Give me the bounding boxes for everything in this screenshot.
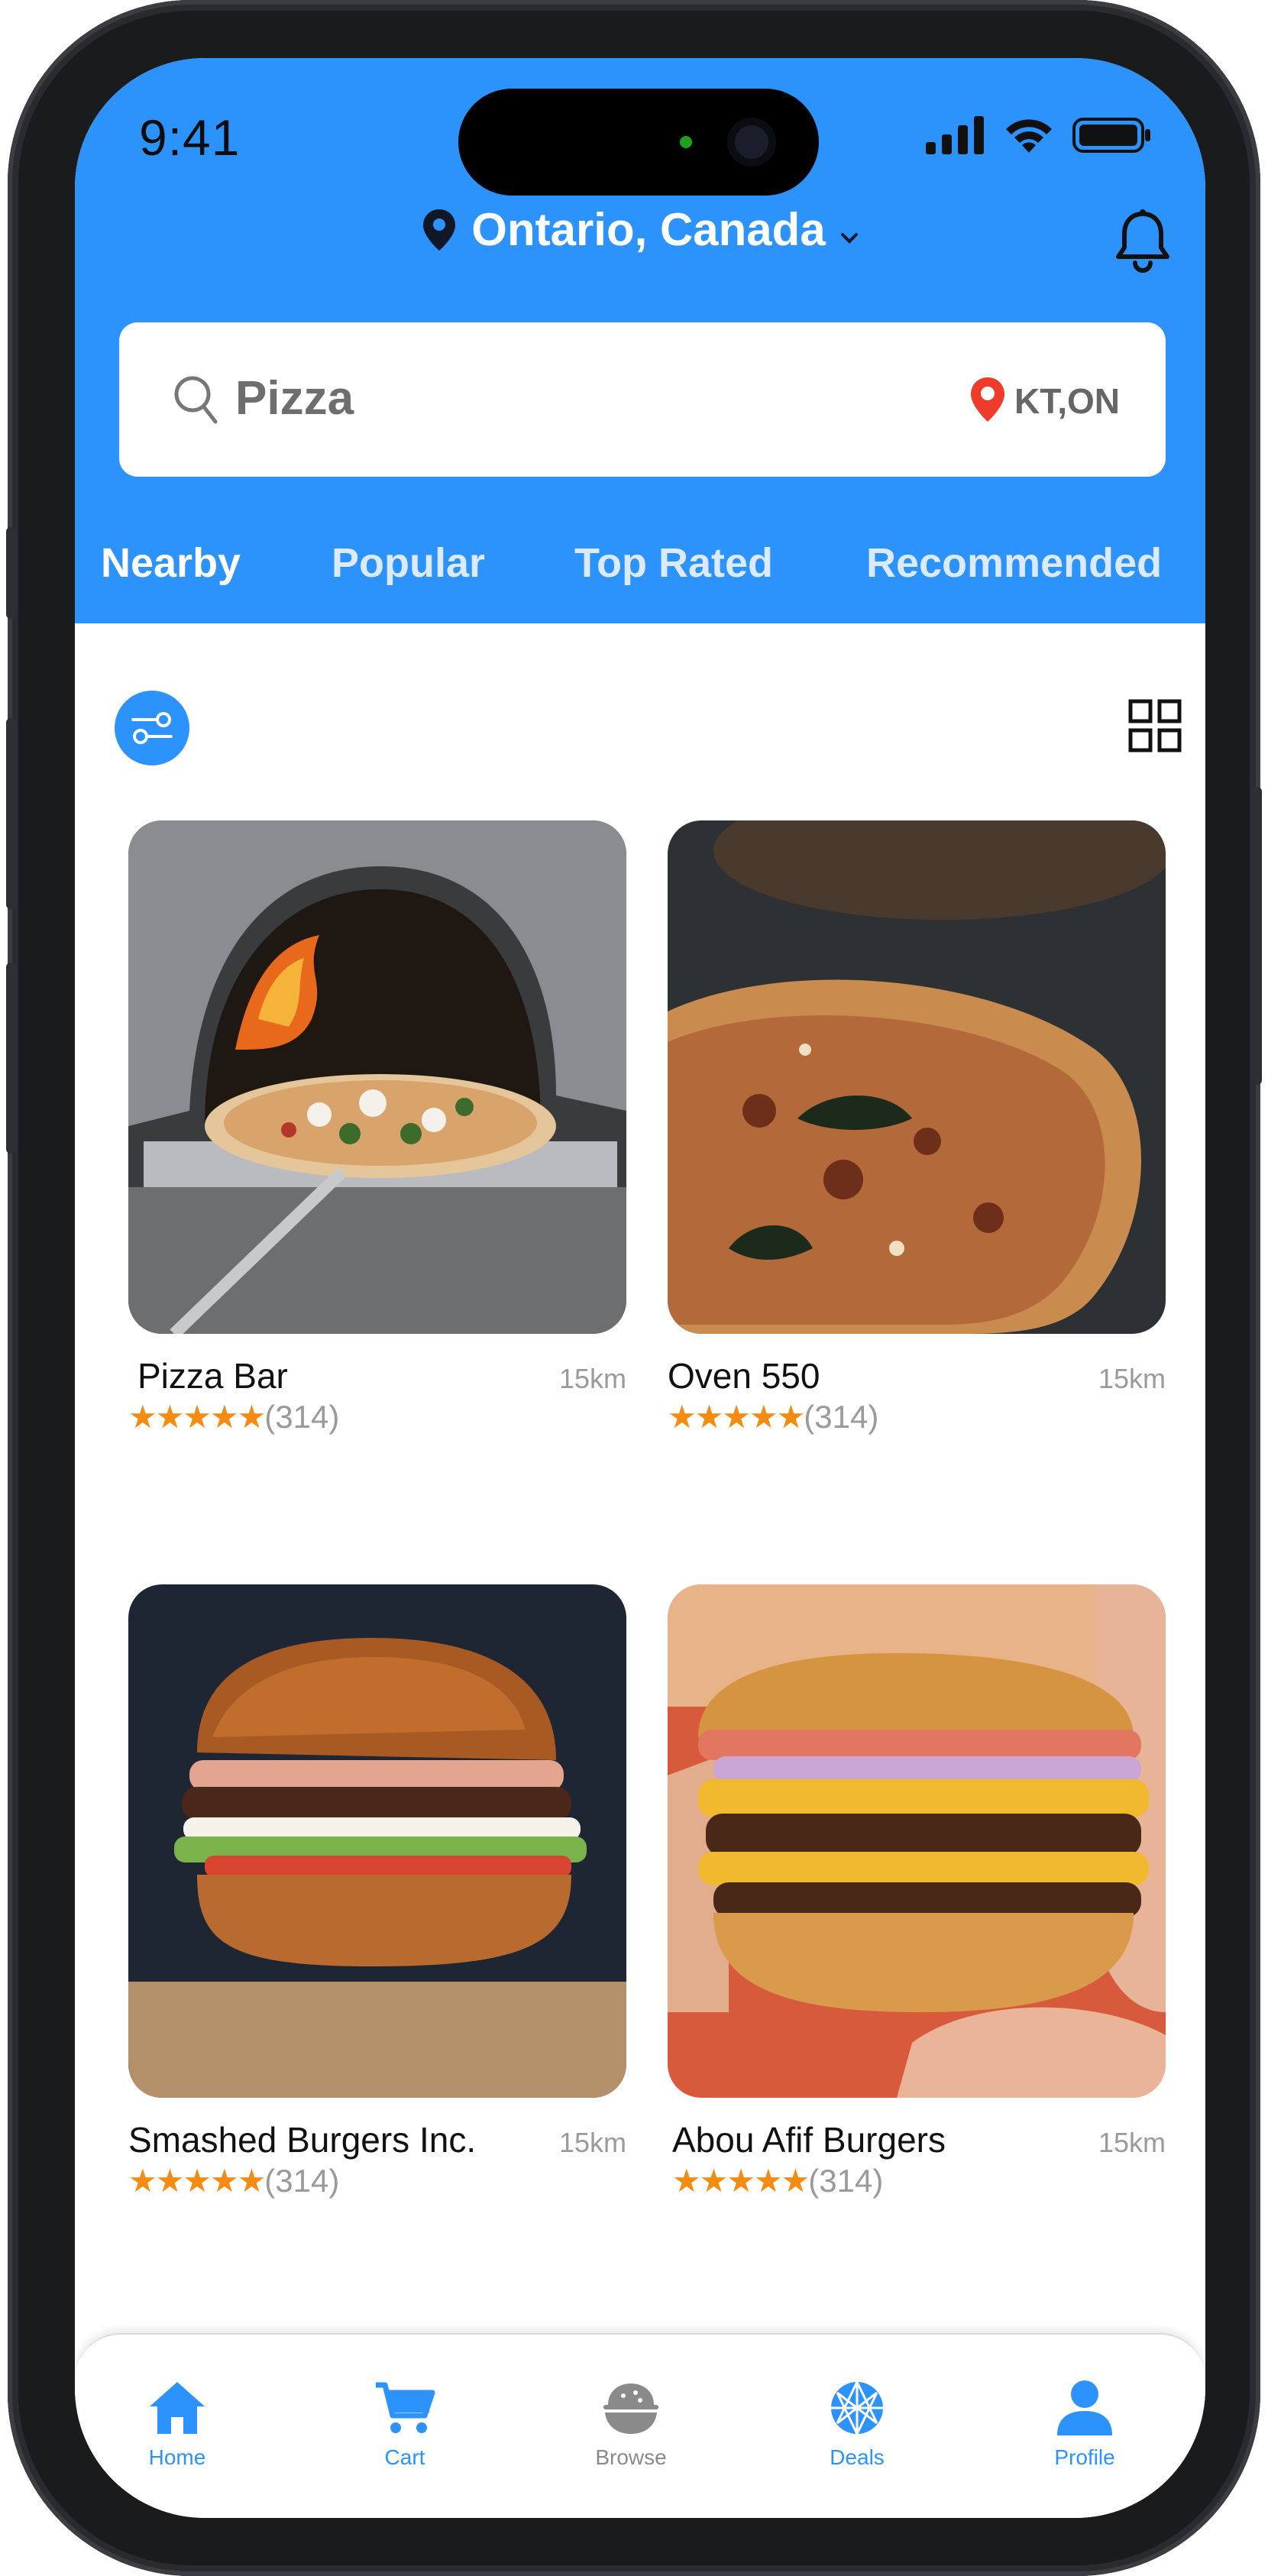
- restaurant-rating: ★★★★★(314): [128, 2162, 339, 2199]
- star-rating-icon: ★★★★★: [672, 2163, 810, 2199]
- search-icon: [174, 376, 218, 424]
- restaurant-rating: ★★★★★(314): [672, 2162, 883, 2199]
- mute-switch: [6, 527, 17, 619]
- nav-profile-label: Profile: [1054, 2445, 1115, 2469]
- map-pin-icon: [971, 377, 1004, 422]
- review-count: (314): [808, 2163, 884, 2199]
- grid-view-button[interactable]: [1127, 698, 1182, 757]
- review-count: (314): [804, 1399, 879, 1435]
- nav-profile[interactable]: Profile: [1008, 2379, 1161, 2470]
- phone-frame: 9:41 Ontario, Canada Pizza KT,ON Nearby …: [6, 0, 1262, 2576]
- nav-deals-label: Deals: [830, 2445, 885, 2469]
- restaurant-card-abou-afif[interactable]: Abou Afif Burgers 15km ★★★★★(314): [668, 1584, 1166, 2199]
- chevron-down-icon: [840, 232, 858, 244]
- restaurant-name: Abou Afif Burgers: [672, 2120, 946, 2160]
- restaurant-distance: 15km: [1098, 1363, 1166, 1394]
- star-rating-icon: ★★★★★: [128, 2163, 266, 2199]
- user-icon: [1057, 2380, 1112, 2435]
- volume-up-button: [6, 718, 17, 909]
- cellular-signal-icon: [926, 116, 984, 154]
- restaurant-distance: 15km: [558, 1363, 626, 1394]
- front-camera: [727, 118, 776, 167]
- star-rating-icon: ★★★★★: [128, 1399, 266, 1435]
- restaurant-distance: 15km: [558, 2127, 626, 2158]
- filter-icon: [131, 712, 173, 744]
- volume-down-button: [6, 963, 17, 1154]
- tab-recommended[interactable]: Recommended: [866, 539, 1162, 587]
- tab-popular[interactable]: Popular: [332, 539, 485, 587]
- restaurant-rating: ★★★★★(314): [128, 1398, 339, 1435]
- location-pin-icon: [423, 209, 456, 251]
- restaurant-distance: 15km: [1098, 2127, 1166, 2158]
- rice-bowl-icon: [603, 2383, 658, 2434]
- globe-icon: [831, 2381, 883, 2435]
- star-rating-icon: ★★★★★: [668, 1399, 805, 1435]
- search-location-code[interactable]: KT,ON: [1014, 380, 1120, 422]
- review-count: (314): [264, 2163, 340, 2199]
- search-bar[interactable]: Pizza KT,ON: [119, 322, 1166, 477]
- nav-cart-label: Cart: [384, 2445, 425, 2469]
- grid-icon: [1128, 699, 1182, 752]
- pizza-oven-photo: [128, 820, 626, 1334]
- nav-browse-label: Browse: [595, 2445, 667, 2469]
- burger-photo: [128, 1584, 626, 2098]
- nav-deals[interactable]: Deals: [781, 2379, 933, 2470]
- cart-icon: [376, 2382, 435, 2433]
- restaurant-name: Smashed Burgers Inc.: [128, 2120, 477, 2160]
- status-time: 9:41: [139, 109, 241, 166]
- search-input[interactable]: Pizza: [235, 371, 354, 426]
- camera-indicator: [680, 136, 692, 148]
- wifi-icon: [1006, 119, 1052, 153]
- location-label: Ontario, Canada: [471, 204, 826, 255]
- tab-nearby[interactable]: Nearby: [101, 539, 241, 587]
- nav-cart[interactable]: Cart: [328, 2379, 481, 2470]
- category-tabs: Nearby Popular Top Rated Recommended: [75, 539, 1205, 600]
- restaurant-card-pizza-bar[interactable]: Pizza Bar 15km ★★★★★(314): [128, 820, 626, 1435]
- review-count: (314): [264, 1399, 340, 1435]
- app-screen: 9:41 Ontario, Canada Pizza KT,ON Nearby …: [75, 58, 1205, 2518]
- restaurant-rating: ★★★★★(314): [668, 1398, 878, 1435]
- bell-icon: [1116, 209, 1169, 273]
- tab-top-rated[interactable]: Top Rated: [574, 539, 773, 587]
- dynamic-island: [458, 89, 819, 196]
- home-icon: [150, 2382, 205, 2434]
- restaurant-card-smashed-burgers[interactable]: Smashed Burgers Inc. 15km ★★★★★(314): [128, 1584, 626, 2199]
- bottom-navigation: Home Cart Browse Deals Profile: [75, 2333, 1205, 2518]
- nav-home-label: Home: [148, 2445, 206, 2469]
- pizza-closeup-photo: [668, 820, 1166, 1334]
- restaurant-card-oven-550[interactable]: Oven 550 15km ★★★★★(314): [668, 820, 1166, 1435]
- location-selector[interactable]: Ontario, Canada: [75, 203, 1205, 256]
- app-header: 9:41 Ontario, Canada Pizza KT,ON Nearby …: [75, 58, 1205, 623]
- status-icons: [926, 116, 1152, 154]
- restaurant-name: Oven 550: [668, 1356, 820, 1396]
- nav-home[interactable]: Home: [101, 2379, 254, 2470]
- burger-in-hands-photo: [668, 1584, 1166, 2098]
- filter-button[interactable]: [115, 691, 189, 765]
- notifications-button[interactable]: [1112, 208, 1173, 277]
- restaurant-name: Pizza Bar: [137, 1356, 288, 1396]
- battery-icon: [1072, 118, 1150, 153]
- nav-browse[interactable]: Browse: [555, 2379, 707, 2470]
- power-button: [1251, 787, 1262, 1085]
